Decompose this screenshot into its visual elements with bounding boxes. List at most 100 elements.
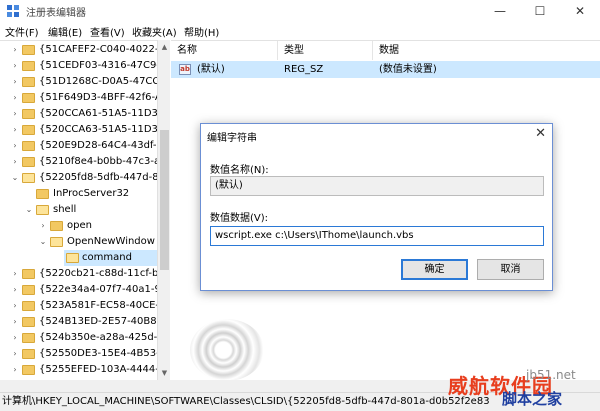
tree-item[interactable]: › {51CEDF03-4316-47C9-81 — [0, 58, 157, 74]
chevron-right-icon[interactable]: › — [10, 298, 20, 314]
folder-icon — [22, 141, 35, 151]
chevron-down-icon[interactable]: ⌄ — [24, 202, 34, 218]
tree-item[interactable]: › {51CAFEF2-C040-4022-A1 — [0, 42, 157, 58]
column-header-data[interactable]: 数据 — [373, 41, 600, 60]
column-header-name[interactable]: 名称 — [171, 41, 278, 60]
tree-item-label: {523A581F-EC58-40CE-99 — [39, 300, 157, 311]
edit-string-dialog: 编辑字符串 ✕ 数值名称(N): (默认) 数值数据(V): wscript.e… — [200, 123, 553, 291]
chevron-right-icon[interactable]: › — [10, 74, 20, 90]
tree-item[interactable]: › {524b350e-a28a-425d-a4 — [0, 330, 157, 346]
value-name: (默认) — [197, 64, 225, 75]
chevron-right-icon[interactable]: › — [10, 346, 20, 362]
folder-icon — [22, 333, 35, 343]
chevron-right-icon[interactable]: › — [10, 42, 20, 58]
chevron-right-icon[interactable]: › — [10, 58, 20, 74]
folder-icon — [50, 221, 63, 231]
close-button[interactable]: ✕ — [560, 0, 600, 22]
chevron-right-icon[interactable]: › — [10, 266, 20, 282]
tree-item-label: {51CAFEF2-C040-4022-A1 — [39, 44, 157, 55]
tree-scrollbar[interactable]: ▲ ▼ — [157, 40, 170, 380]
menu-bar: 文件(F) 编辑(E) 查看(V) 收藏夹(A) 帮助(H) — [0, 22, 600, 40]
folder-icon — [22, 109, 35, 119]
tree-item[interactable]: › {520CCA61-51A5-11D3-9 — [0, 106, 157, 122]
column-header-type[interactable]: 类型 — [278, 41, 373, 60]
tree-item-label: {524B13ED-2E57-40B8-B — [39, 316, 157, 327]
minimize-button[interactable]: — — [480, 0, 520, 22]
dialog-close-icon[interactable]: ✕ — [535, 126, 546, 141]
maximize-button[interactable]: ☐ — [520, 0, 560, 22]
tree-item[interactable]: › open — [0, 218, 157, 234]
tree-item-label: {5220cb21-c88d-11cf-b34 — [39, 268, 157, 279]
tree-item[interactable]: › {5255EFED-103A-4444-B1 — [0, 362, 157, 378]
tree-item[interactable]: ⌄ {52205fd8-5dfb-447d-80 — [0, 170, 157, 186]
chevron-right-icon[interactable]: › — [10, 106, 20, 122]
folder-icon — [22, 317, 35, 327]
value-name-label: 数值名称(N): — [210, 165, 269, 176]
folder-icon — [22, 61, 35, 71]
menu-help[interactable]: 帮助(H) — [184, 24, 219, 39]
tree-item[interactable]: › {5210f8e4-b0bb-47c3-a8 — [0, 154, 157, 170]
tree-item-label: {5255EFED-103A-4444-B1 — [39, 364, 157, 375]
chevron-right-icon[interactable]: › — [38, 218, 48, 234]
tree-item-label: shell — [53, 204, 77, 215]
chevron-right-icon[interactable]: › — [10, 90, 20, 106]
chevron-right-icon[interactable]: › — [10, 138, 20, 154]
menu-favorites[interactable]: 收藏夹(A) — [132, 24, 177, 39]
ok-button[interactable]: 确定 — [401, 259, 468, 280]
tree-item-label: InProcServer32 — [53, 188, 130, 199]
chevron-right-icon[interactable]: › — [10, 282, 20, 298]
list-item[interactable]: ab (默认) REG_SZ (数值未设置) — [171, 61, 600, 78]
tree-item-label: {522e34a4-07f7-40a1-94c — [39, 284, 157, 295]
chevron-right-icon[interactable]: › — [10, 122, 20, 138]
watermark-sub: 脚本之家 — [502, 390, 563, 408]
tree-item-label: command — [82, 252, 132, 263]
dialog-title: 编辑字符串 — [207, 133, 257, 144]
chevron-right-icon[interactable]: › — [10, 362, 20, 378]
folder-icon — [22, 365, 35, 375]
tree-item[interactable]: › {51D1268C-D0A5-47CC-A — [0, 74, 157, 90]
tree-item-label: {52550DE3-15E4-4B53-96 — [39, 348, 157, 359]
chevron-right-icon[interactable]: › — [10, 154, 20, 170]
tree-item[interactable]: › {522e34a4-07f7-40a1-94c — [0, 282, 157, 298]
tree-item[interactable]: ⌄ shell — [0, 202, 157, 218]
value-type: REG_SZ — [284, 64, 324, 75]
folder-icon — [22, 301, 35, 311]
registry-tree[interactable]: › {51CAFEF2-C040-4022-A1 › {51CEDF03-4316-4… — [0, 40, 157, 380]
tree-item[interactable]: InProcServer32 — [0, 186, 157, 202]
tree-item[interactable]: › {5220cb21-c88d-11cf-b34 — [0, 266, 157, 282]
scroll-down-icon[interactable]: ▼ — [158, 366, 171, 380]
decorative-swirl — [190, 319, 264, 381]
tree-item-label: {520E9D28-64C4-43df-BE — [39, 140, 157, 151]
scroll-up-icon[interactable]: ▲ — [158, 40, 171, 54]
tree-item[interactable]: ⌄ OpenNewWindow — [0, 234, 157, 250]
menu-view[interactable]: 查看(V) — [90, 24, 125, 39]
value-data-label: 数值数据(V): — [210, 213, 269, 224]
folder-icon — [22, 93, 35, 103]
menu-file[interactable]: 文件(F) — [5, 24, 39, 39]
tree-item-label: {52205fd8-5dfb-447d-80 — [39, 172, 157, 183]
registry-editor-icon — [7, 5, 19, 17]
folder-icon — [22, 269, 35, 279]
string-value-icon: ab — [179, 64, 191, 75]
value-name-field: (默认) — [210, 176, 544, 196]
tree-item[interactable]: › {52550DE3-15E4-4B53-96 — [0, 346, 157, 362]
title-bar: 注册表编辑器 — ☐ ✕ — [0, 0, 600, 22]
scroll-thumb[interactable] — [160, 130, 169, 270]
menu-edit[interactable]: 编辑(E) — [48, 24, 82, 39]
tree-item[interactable]: › {524B13ED-2E57-40B8-B — [0, 314, 157, 330]
tree-item[interactable]: command — [64, 250, 157, 266]
chevron-right-icon[interactable]: › — [10, 314, 20, 330]
chevron-down-icon[interactable]: ⌄ — [38, 234, 48, 250]
chevron-right-icon[interactable]: › — [10, 330, 20, 346]
value-data-input[interactable]: wscript.exe c:\Users\IThome\launch.vbs — [210, 226, 544, 246]
tree-item[interactable]: › {523A581F-EC58-40CE-99 — [0, 298, 157, 314]
cancel-button[interactable]: 取消 — [477, 259, 544, 280]
tree-item[interactable]: › {520CCA63-51A5-11D3-9 — [0, 122, 157, 138]
folder-icon — [66, 253, 79, 263]
tree-item[interactable]: › {520E9D28-64C4-43df-BE — [0, 138, 157, 154]
tree-item-label: {51D1268C-D0A5-47CC-A — [39, 76, 157, 87]
folder-icon — [22, 285, 35, 295]
folder-icon — [22, 157, 35, 167]
tree-item[interactable]: › {51F649D3-4BFF-42f6-A2 — [0, 90, 157, 106]
chevron-down-icon[interactable]: ⌄ — [10, 170, 20, 186]
